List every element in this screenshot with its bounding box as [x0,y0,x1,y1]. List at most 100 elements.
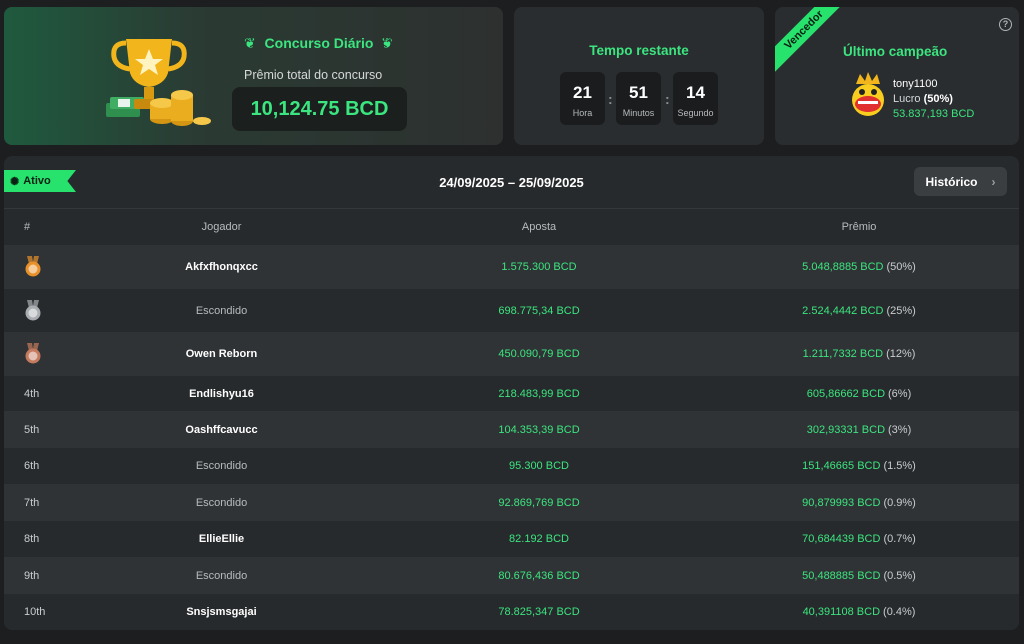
prize-percent: (0.4%) [883,606,916,618]
time-remaining-card: Tempo restante 21 Hora : 51 Minutos : 14… [514,7,764,145]
player-name: Escondido [195,460,248,472]
prize-percent: (0.9%) [883,496,916,509]
bet-amount: 104.353,39 BCD [498,423,580,436]
prize-amount: 10,124.75 BCD [232,87,407,131]
rank-label: 8th [24,533,40,545]
prize-cell: 1.211,7332 BCD (12%) [704,332,1014,376]
prize-percent: (0.5%) [883,569,916,582]
rank-label: 9th [24,569,40,582]
prize-amount: 70,684439 BCD [802,533,881,545]
player-name[interactable]: Snsjsmsgajai [186,606,256,618]
column-prize: Prêmio [841,221,877,233]
seconds-value: 14 [686,83,705,102]
prize-cell: 50,488885 BCD (0.5%) [704,557,1014,594]
prize-percent: (6%) [888,387,912,400]
bet-amount: 1.575.300 BCD [501,261,577,273]
player-name: Escondido [195,569,248,582]
column-player: Jogador [201,221,242,233]
rank-medal [24,245,64,289]
winner-ribbon: Vencedor [775,7,850,76]
question-icon[interactable]: ? [999,18,1012,31]
bet-amount: 78.825,347 BCD [498,606,580,618]
minutes-value: 51 [629,83,648,102]
timer-title: Tempo restante [589,43,689,58]
prize-cell: 70,684439 BCD (0.7%) [704,521,1014,557]
champion-name: tony1100 [893,78,938,90]
prize-cell: 2.524,4442 BCD (25%) [704,289,1014,332]
rank-label: 10th [24,606,46,618]
bet-cell: 95.300 BCD [409,448,669,484]
bet-cell: 78.825,347 BCD [409,594,669,630]
prize-amount: 151,46665 BCD [802,460,881,472]
prize-cell: 90,879993 BCD (0.9%) [704,484,1014,521]
bronze-medal-icon [25,343,41,364]
history-button[interactable]: Histórico › [914,167,1007,196]
rank-label: 5th [24,423,40,436]
contest-title: Concurso Diário [264,35,374,51]
player-cell: Escondido [124,557,319,594]
prize-amount: 1.211,7332 BCD [802,348,884,360]
table-row: Akfxfhonqxcc 1.575.300 BCD 5.048,8885 BCD(… [4,245,1019,289]
chevron-right-icon: › [991,174,996,189]
rank-label: 6th [24,460,40,472]
seconds-box: 14 Segundo [673,72,718,125]
bet-amount: 450.090,79 BCD [498,348,580,360]
prize-amount: 90,879993 BCD [802,496,881,509]
prize-cell: 5.048,8885 BCD (50%) [704,245,1014,289]
table-row: 6th Escondido 95.300 BCD 151,46665 BCD (1.5%… [4,448,1019,484]
table-row: 5th Oashffcavucc 104.353,39 BCD 302,93331 B… [4,411,1019,448]
table-row: 8th EllieEllie 82.192 BCD 70,684439 BCD (0.7… [4,521,1019,557]
player-name[interactable]: Akfxfhonqxcc [185,261,258,273]
trophy-icon [106,39,211,126]
bet-cell: 218.483,99 BCD [409,376,669,411]
player-name[interactable]: Oashffcavucc [185,424,257,436]
rank-medal [24,332,64,376]
rank-medal [24,289,64,332]
player-cell: Snsjsmsgajai [124,594,319,630]
date-range: 24/09/2025 – 25/09/2025 [439,175,584,190]
champion-title: Último campeão [843,44,948,59]
player-cell: Endlishyu16 [124,376,319,411]
profit-percent: (50%) [923,93,953,105]
prize-percent: (0.7%) [883,533,916,545]
player-name: Escondido [195,304,248,317]
colon-separator: : [665,91,670,107]
rank-label: 4th [24,387,40,400]
silver-medal-icon [25,299,41,320]
player-cell: Owen Reborn [124,332,319,376]
bet-cell: 698.775,34 BCD [409,289,669,332]
table-row: 4th Endlishyu16 218.483,99 BCD 605,86662 BC… [4,376,1019,411]
table-row: Owen Reborn 450.090,79 BCD 1.211,7332 BCD(… [4,332,1019,376]
prize-percent: (3%) [888,423,912,436]
prize-percent: (1.5%) [883,460,916,472]
history-label: Histórico [925,174,978,189]
player-name[interactable]: Owen Reborn [186,348,258,360]
laurel-right-icon: ❦ [381,35,393,51]
contest-prize-card: ❦ Concurso Diário ❦ Prêmio total do conc… [4,7,503,145]
prize-percent: (25%) [886,304,916,317]
player-name[interactable]: EllieEllie [199,533,244,545]
prize-cell: 40,391108 BCD (0.4%) [704,594,1014,630]
table-row: 9th Escondido 80.676,436 BCD 50,488885 BCD(… [4,557,1019,594]
bet-amount: 80.676,436 BCD [498,569,580,582]
player-name[interactable]: Endlishyu16 [189,388,254,400]
prize-amount: 5.048,8885 BCD [802,261,884,273]
player-cell: Oashffcavucc [124,411,319,448]
hours-box: 21 Hora [560,72,605,125]
prize-amount: 50,488885 BCD [802,569,881,582]
leaderboard: ✺ Ativo 24/09/2025 – 25/09/2025 Históric… [4,156,1019,630]
prize-amount: 40,391108 BCD [802,606,881,618]
avatar [852,72,884,116]
player-cell: Akfxfhonqxcc [124,245,319,289]
column-rank: # [24,221,31,233]
champion-profit: Lucro (50%) [893,93,953,105]
bet-cell: 92.869,769 BCD [409,484,669,521]
last-champion-card: Vencedor Último campeão ? tony1100 Lucro… [775,7,1019,145]
prize-amount: 605,86662 BCD [806,387,886,400]
minutes-label: Minutos [622,108,655,118]
player-cell: Escondido [124,289,319,332]
player-cell: EllieEllie [124,521,319,557]
champion-amount: 53.837,193 BCD [893,108,975,120]
table-row: 7th Escondido 92.869,769 BCD 90,879993 BCD(… [4,484,1019,521]
table-row: Escondido 698.775,34 BCD 2.524,4442 BCD (25… [4,289,1019,332]
